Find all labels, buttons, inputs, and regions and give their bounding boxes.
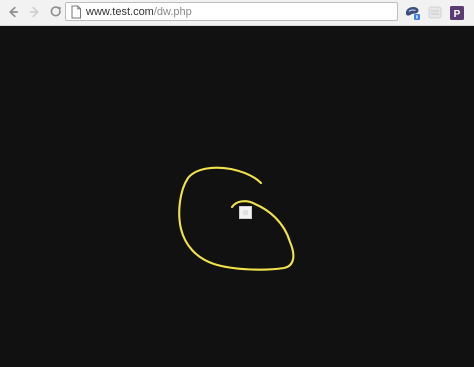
cursor-highlight <box>243 210 248 215</box>
drawing-canvas[interactable] <box>0 26 474 367</box>
reload-icon <box>50 6 61 17</box>
ghost-icon <box>428 6 442 19</box>
reload-button[interactable] <box>47 3 65 21</box>
bird-extension-button[interactable] <box>404 4 422 22</box>
browser-window: www.test.com/dw.php P <box>0 0 474 367</box>
page-icon <box>71 5 81 19</box>
arrow-left-icon <box>9 6 19 18</box>
white-square-cursor <box>239 206 252 219</box>
arrow-right-icon <box>29 6 39 18</box>
svg-text:P: P <box>454 9 461 20</box>
pocket-icon: P <box>450 6 464 20</box>
yellow-drawn-loop <box>178 166 295 271</box>
back-button[interactable] <box>4 3 22 21</box>
url-domain: www.test.com <box>86 6 154 18</box>
pocket-extension-button[interactable]: P <box>448 4 466 22</box>
forward-button[interactable] <box>26 3 44 21</box>
bird-icon <box>405 7 420 20</box>
ghost-extension-button[interactable] <box>426 4 444 22</box>
browser-toolbar: www.test.com/dw.php P <box>0 0 474 26</box>
url-path: /dw.php <box>153 6 192 18</box>
url-text: www.test.com/dw.php <box>86 5 192 19</box>
drawing-svg[interactable] <box>0 26 474 367</box>
address-bar[interactable]: www.test.com/dw.php <box>65 2 398 21</box>
